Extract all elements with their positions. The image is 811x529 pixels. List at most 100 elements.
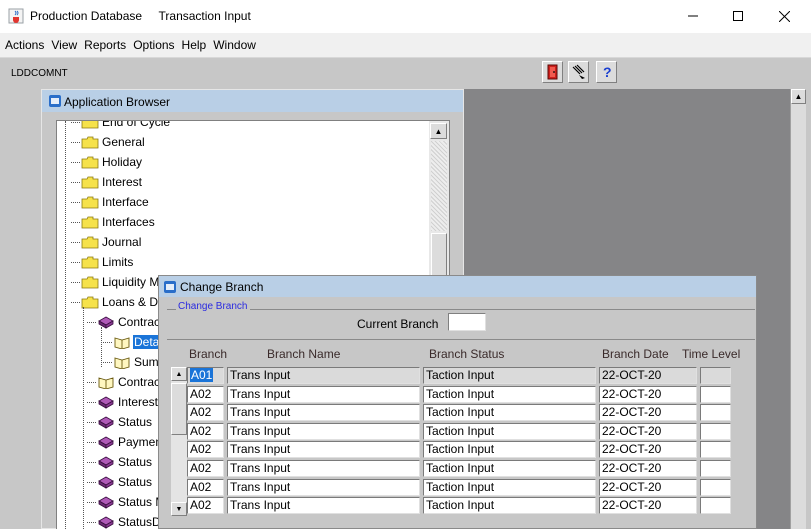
tree-node[interactable]: Status — [87, 453, 153, 471]
time-level-cell[interactable] — [700, 386, 731, 403]
tree-node[interactable]: StatusD — [87, 513, 162, 529]
branch-name-cell[interactable]: Trans Input — [227, 367, 420, 384]
tree-node[interactable]: Interface — [71, 193, 150, 211]
help-button[interactable]: ? — [596, 61, 617, 83]
menu-actions[interactable]: Actions — [5, 38, 44, 52]
branch-code-cell[interactable]: A02 — [187, 404, 224, 421]
tree-node[interactable]: Liquidity Ma — [71, 273, 167, 291]
time-level-cell[interactable] — [700, 404, 731, 421]
tree-node[interactable]: General — [71, 133, 146, 151]
table-row[interactable]: A02 Trans Input Taction Input 22-OCT-20 — [187, 423, 734, 442]
branch-code-cell[interactable]: A02 — [187, 423, 224, 440]
branch-date-cell[interactable]: 22-OCT-20 — [599, 367, 697, 384]
time-level-cell[interactable] — [700, 423, 731, 440]
branch-name-cell[interactable]: Trans Input — [227, 441, 420, 458]
tree-node[interactable]: Contrac — [87, 373, 161, 391]
branch-date-cell[interactable]: 22-OCT-20 — [599, 460, 697, 477]
tree-node[interactable]: Deta — [103, 333, 161, 351]
tree-guide-line — [65, 121, 66, 529]
scroll-thumb[interactable] — [171, 383, 187, 435]
tree-node[interactable]: Contrac — [87, 313, 161, 331]
table-row[interactable]: A02 Trans Input Taction Input 22-OCT-20 — [187, 460, 734, 479]
tree-node[interactable]: Journal — [71, 233, 142, 251]
close-button[interactable] — [761, 0, 807, 32]
branch-name-cell[interactable]: Trans Input — [227, 460, 420, 477]
grid-scrollbar[interactable]: ▲ ▼ — [171, 367, 187, 516]
time-level-cell[interactable] — [700, 367, 731, 384]
branch-status-cell[interactable]: Taction Input — [423, 441, 596, 458]
tree-node[interactable]: Interest — [71, 173, 143, 191]
tree-node[interactable]: Holiday — [71, 153, 143, 171]
scroll-up-arrow-icon[interactable]: ▲ — [791, 89, 806, 104]
erase-button[interactable] — [568, 61, 589, 83]
table-row[interactable]: A02 Trans Input Taction Input 22-OCT-20 — [187, 441, 734, 460]
branch-code-cell[interactable]: A02 — [187, 479, 224, 496]
branch-code-cell[interactable]: A02 — [187, 386, 224, 403]
time-level-cell[interactable] — [700, 479, 731, 496]
branch-date-cell[interactable]: 22-OCT-20 — [599, 497, 697, 514]
application-browser-title-bar[interactable]: Application Browser — [42, 90, 463, 112]
tree-node[interactable]: Interest — [87, 393, 159, 411]
branch-name-cell[interactable]: Trans Input — [227, 386, 420, 403]
minimize-button[interactable] — [670, 0, 716, 32]
branch-name-cell[interactable]: Trans Input — [227, 479, 420, 496]
tree-node-label: General — [102, 135, 145, 149]
branch-date-cell[interactable]: 22-OCT-20 — [599, 404, 697, 421]
menu-reports[interactable]: Reports — [84, 38, 126, 52]
table-row[interactable]: A02 Trans Input Taction Input 22-OCT-20 — [187, 479, 734, 498]
branch-status-cell[interactable]: Taction Input — [423, 423, 596, 440]
tree-node[interactable]: Status M — [87, 493, 166, 511]
menu-view[interactable]: View — [51, 38, 77, 52]
branch-date-cell[interactable]: 22-OCT-20 — [599, 479, 697, 496]
tree-node[interactable]: Status — [87, 473, 153, 491]
table-row[interactable]: A02 Trans Input Taction Input 22-OCT-20 — [187, 497, 734, 516]
form-code: LDDCOMNT — [11, 68, 68, 79]
branch-name-cell[interactable]: Trans Input — [227, 497, 420, 514]
scroll-track[interactable] — [431, 141, 447, 231]
tree-node[interactable]: End of Cycle — [71, 121, 171, 131]
branch-date-cell[interactable]: 22-OCT-20 — [599, 423, 697, 440]
change-branch-title-bar[interactable]: Change Branch — [159, 276, 756, 297]
exit-button[interactable] — [542, 61, 563, 83]
tree-node[interactable]: Limits — [71, 253, 134, 271]
branch-status-cell[interactable]: Taction Input — [423, 497, 596, 514]
branch-code-cell[interactable]: A01 — [187, 367, 224, 384]
branch-date-cell[interactable]: 22-OCT-20 — [599, 386, 697, 403]
tree-node[interactable]: Loans & De — [71, 293, 166, 311]
scroll-up-arrow-icon[interactable]: ▲ — [430, 123, 447, 139]
branch-status-cell[interactable]: Taction Input — [423, 460, 596, 477]
branch-status-cell[interactable]: Taction Input — [423, 404, 596, 421]
current-branch-field[interactable] — [448, 313, 486, 331]
scroll-down-arrow-icon[interactable]: ▼ — [171, 502, 187, 516]
branch-code-cell[interactable]: A02 — [187, 460, 224, 477]
time-level-cell[interactable] — [700, 441, 731, 458]
exit-door-icon — [547, 64, 558, 80]
branch-status-cell[interactable]: Taction Input — [423, 367, 596, 384]
scroll-up-arrow-icon[interactable]: ▲ — [171, 367, 187, 381]
menu-help[interactable]: Help — [182, 38, 207, 52]
tree-node[interactable]: Sum — [103, 353, 160, 371]
branch-code-cell[interactable]: A02 — [187, 497, 224, 514]
window-title: Production Database Transaction Input — [30, 9, 251, 23]
table-row[interactable]: A02 Trans Input Taction Input 22-OCT-20 — [187, 404, 734, 423]
maximize-button[interactable] — [715, 0, 761, 32]
menu-window[interactable]: Window — [213, 38, 256, 52]
branch-name-cell[interactable]: Trans Input — [227, 423, 420, 440]
table-row[interactable]: A02 Trans Input Taction Input 22-OCT-20 — [187, 386, 734, 405]
branch-status-cell[interactable]: Taction Input — [423, 386, 596, 403]
branch-status-cell[interactable]: Taction Input — [423, 479, 596, 496]
time-level-cell[interactable] — [700, 460, 731, 477]
tree-node[interactable]: Interfaces — [71, 213, 156, 231]
menu-options[interactable]: Options — [133, 38, 174, 52]
tree-node[interactable]: Status — [87, 413, 153, 431]
table-row[interactable]: A01 Trans Input Taction Input 22-OCT-20 — [187, 367, 734, 386]
time-level-cell[interactable] — [700, 497, 731, 514]
tree-node[interactable]: Paymen — [87, 433, 163, 451]
branch-date-cell[interactable]: 22-OCT-20 — [599, 441, 697, 458]
branch-code-cell[interactable]: A02 — [187, 441, 224, 458]
tree-node-label: Status — [118, 455, 153, 469]
scroll-thumb[interactable] — [431, 233, 447, 279]
tree-node-label: StatusD — [118, 515, 161, 529]
branch-name-cell[interactable]: Trans Input — [227, 404, 420, 421]
workspace-scrollbar[interactable]: ▲ — [790, 89, 806, 529]
